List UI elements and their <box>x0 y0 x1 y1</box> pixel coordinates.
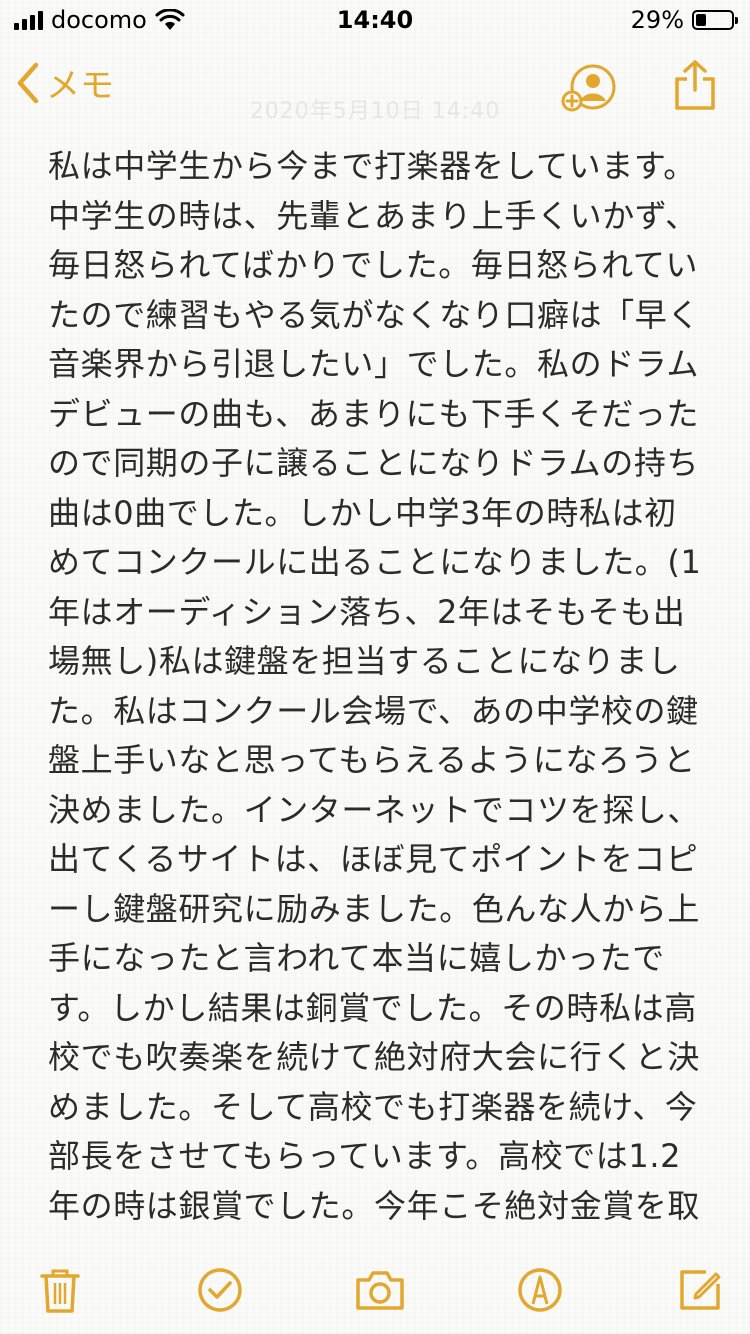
note-date: 2020年5月10日 14:40 <box>249 99 501 124</box>
battery-icon <box>692 10 738 30</box>
trash-icon[interactable] <box>36 1266 84 1314</box>
pen-tip-icon[interactable] <box>516 1266 564 1314</box>
camera-icon[interactable] <box>354 1266 406 1314</box>
battery-level-fill <box>696 14 706 26</box>
bottom-toolbar <box>0 1250 750 1334</box>
battery-percentage: 29% <box>630 6 684 34</box>
battery-group: 29% <box>630 6 738 34</box>
status-bar: docomo 14:40 29% <box>0 0 750 40</box>
note-text-area[interactable]: 私は中学生から今まで打楽器をしています。中学生の時は、先輩とあまり上手くいかず、… <box>48 142 708 1238</box>
checkmark-circle-icon[interactable] <box>196 1266 244 1314</box>
compose-icon[interactable] <box>676 1266 724 1314</box>
